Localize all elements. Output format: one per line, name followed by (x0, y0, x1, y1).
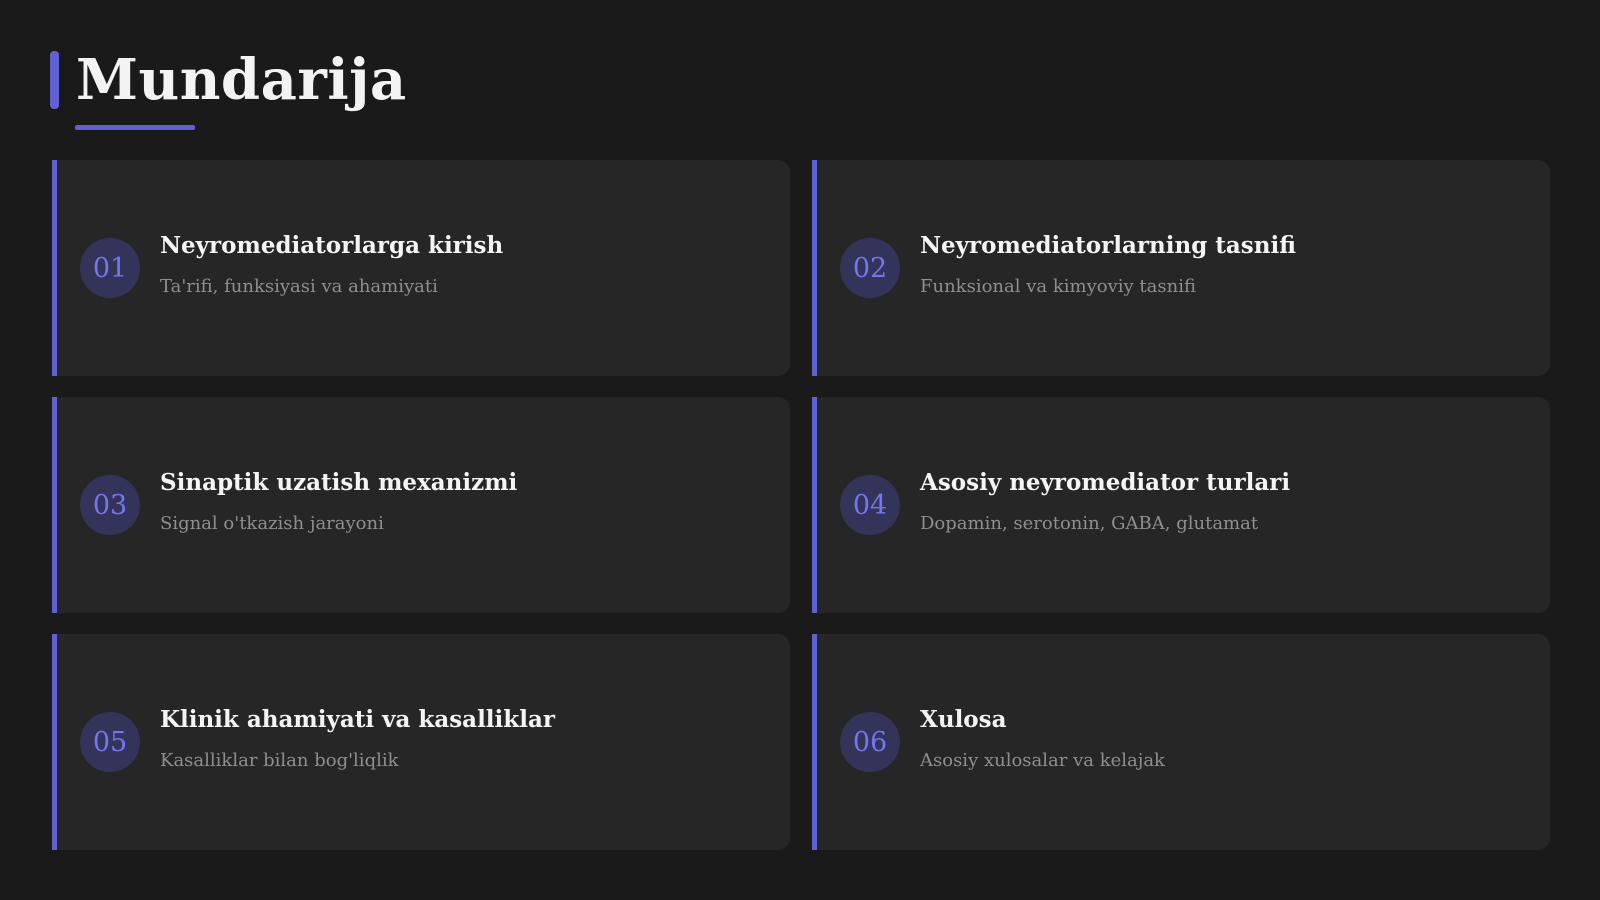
contents-grid: 01 Neyromediatorlarga kirish Ta'rifi, fu… (52, 160, 1550, 850)
item-title: Xulosa (920, 706, 1007, 733)
number-badge: 02 (840, 238, 900, 298)
item-subtitle: Funksional va kimyoviy tasnifi (920, 276, 1196, 297)
item-number: 06 (852, 726, 888, 758)
number-badge: 06 (840, 712, 900, 772)
item-subtitle: Kasalliklar bilan bog'liqlik (160, 750, 399, 771)
item-title: Klinik ahamiyati va kasalliklar (160, 706, 555, 733)
contents-item-03[interactable]: 03 Sinaptik uzatish mexanizmi Signal o't… (52, 397, 790, 613)
contents-item-02[interactable]: 02 Neyromediatorlarning tasnifi Funksion… (812, 160, 1550, 376)
number-badge: 04 (840, 475, 900, 535)
number-badge: 03 (80, 475, 140, 535)
item-number: 03 (92, 489, 128, 521)
item-title: Sinaptik uzatish mexanizmi (160, 469, 518, 496)
page-title: Mundarija (76, 47, 407, 113)
item-subtitle: Asosiy xulosalar va kelajak (920, 750, 1165, 771)
number-badge: 01 (80, 238, 140, 298)
item-title: Neyromediatorlarga kirish (160, 232, 504, 259)
item-title: Asosiy neyromediator turlari (920, 469, 1291, 496)
number-badge: 05 (80, 712, 140, 772)
contents-item-05[interactable]: 05 Klinik ahamiyati va kasalliklar Kasal… (52, 634, 790, 850)
item-subtitle: Dopamin, serotonin, GABA, glutamat (920, 513, 1259, 534)
contents-item-04[interactable]: 04 Asosiy neyromediator turlari Dopamin,… (812, 397, 1550, 613)
title-underline (75, 125, 195, 130)
item-subtitle: Signal o'tkazish jarayoni (160, 513, 384, 534)
contents-item-01[interactable]: 01 Neyromediatorlarga kirish Ta'rifi, fu… (52, 160, 790, 376)
item-number: 04 (852, 489, 888, 521)
item-number: 02 (852, 252, 888, 284)
title-accent-bar (50, 51, 59, 109)
contents-item-06[interactable]: 06 Xulosa Asosiy xulosalar va kelajak (812, 634, 1550, 850)
item-number: 01 (92, 252, 128, 284)
item-number: 05 (92, 726, 128, 758)
item-title: Neyromediatorlarning tasnifi (920, 232, 1296, 259)
item-subtitle: Ta'rifi, funksiyasi va ahamiyati (160, 276, 438, 297)
